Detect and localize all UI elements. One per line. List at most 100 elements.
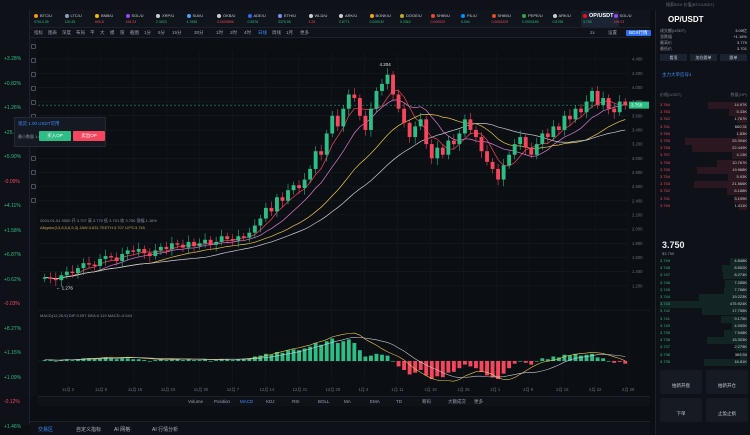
toolbar-item[interactable]: 大 (100, 30, 105, 36)
toolbar-item[interactable]: 日线 (258, 30, 267, 36)
orderbook-row[interactable]: 3.757 4.13K (660, 152, 747, 160)
watchlist-change[interactable]: +1.58% (4, 228, 21, 234)
panel-button[interactable]: 加仓跟单 (690, 54, 717, 61)
toolbar-item[interactable]: 布局 (76, 30, 85, 36)
orderbook-row[interactable]: 3.745 7.768K (660, 286, 747, 294)
toolbar-item[interactable]: 30分 (194, 30, 204, 36)
action-button[interactable]: 止盈止损 (706, 398, 748, 422)
draw-tool-icon[interactable] (31, 58, 36, 63)
toolbar-item[interactable]: 平 (90, 30, 95, 36)
draw-tool-icon[interactable] (31, 72, 36, 77)
watchlist-change[interactable]: +6.87% (4, 252, 21, 258)
toolbar-item[interactable]: 15分 (172, 30, 182, 36)
orderbook-row[interactable]: 3.746 7.285K (660, 279, 747, 287)
orderbook-row[interactable]: 3.760 1.83K (660, 130, 747, 138)
watchlist-change[interactable]: +1.46% (4, 424, 21, 430)
action-button[interactable]: 下单 (660, 398, 702, 422)
indicator-tab[interactable]: Position (214, 399, 230, 404)
action-button[interactable]: 拍新开盘 (660, 370, 702, 394)
orderbook-row[interactable]: 3.736 389.94 (660, 351, 747, 359)
action-button[interactable]: 拍新开仓 (706, 370, 748, 394)
orderbook-row[interactable]: 3.755 19.968K (660, 166, 747, 174)
indicator-tab[interactable]: MACD (240, 399, 253, 404)
indicator-tab[interactable]: TD (396, 399, 402, 404)
orderbook-row[interactable]: 3.740 4.092K (660, 322, 747, 330)
toolbar-item[interactable]: 深度 (62, 30, 71, 36)
draw-tool-icon[interactable] (31, 170, 36, 175)
trade-qty-field[interactable]: 最小数量 1.0 (18, 134, 41, 140)
bottom-tab[interactable]: 交易区 (38, 426, 53, 433)
watchlist-change[interactable]: +1.09% (4, 375, 21, 381)
toolbar-right-item[interactable]: BGX行情 (626, 30, 651, 36)
bottom-tab[interactable]: AI 网格 (114, 426, 130, 433)
orderbook-row[interactable]: 3.744 19.223K (660, 294, 747, 301)
panel-button[interactable]: 看涨 (660, 54, 687, 61)
bottom-tab[interactable]: 自定义指标 (76, 426, 101, 433)
watchlist-change[interactable]: +3.28% (4, 56, 21, 62)
watchlist-change[interactable]: -0.03% (4, 301, 20, 307)
pair-title[interactable]: OP/USDT (668, 15, 704, 24)
draw-tool-icon[interactable] (31, 198, 36, 203)
toolbar-item[interactable]: 图表 (48, 30, 57, 36)
toolbar-right-item[interactable]: 2x (590, 30, 595, 35)
watchlist-change[interactable]: +8.27% (4, 326, 21, 332)
orderbook-row[interactable]: 3.741 9.175K (660, 315, 747, 323)
orderbook-row[interactable]: 3.762 1.767K (660, 116, 747, 124)
ticker-item[interactable]: SOL/U 194.23 (612, 11, 651, 27)
toolbar-item[interactable]: 1分 (144, 30, 151, 36)
sell-button[interactable]: 卖出OP (73, 131, 105, 141)
orderbook-row[interactable]: 3.742 17.755K (660, 308, 747, 316)
indicator-tab[interactable]: BOLL (318, 399, 330, 404)
buy-button[interactable]: 买入OP (39, 131, 71, 141)
toolbar-item[interactable]: 隐 (120, 30, 125, 36)
orderbook-row[interactable]: 3.756 10.767K (660, 159, 747, 167)
indicator-tab[interactable]: 筹码 (422, 399, 431, 405)
indicator-tab[interactable]: Volume (188, 399, 203, 404)
toolbar-right-item[interactable]: 设置 (608, 30, 617, 36)
orderbook-row[interactable]: 3.752 6.188K (660, 188, 747, 196)
toolbar-item[interactable]: 指标 (34, 30, 43, 36)
watchlist-change[interactable]: +0.62% (4, 277, 21, 283)
orderbook-row[interactable]: 3.735 16.81K (660, 358, 747, 366)
toolbar-item[interactable]: 5分 (158, 30, 165, 36)
orderbook-row[interactable]: 3.759 25.394K (660, 138, 747, 145)
orderbook-row[interactable]: 3.747 8.274K (660, 272, 747, 280)
orderbook-row[interactable]: 3.764 14.97K (660, 102, 747, 109)
toolbar-item[interactable]: 4时 (244, 30, 251, 36)
price-chart[interactable]: 1.200 1.400 1.600 1.800 2.000 2.200 2.400 2.600… (38, 38, 650, 396)
draw-tool-icon[interactable] (31, 86, 36, 91)
draw-tool-icon[interactable] (31, 100, 36, 105)
toolbar-item[interactable]: 1月 (286, 30, 293, 36)
orderbook-row[interactable]: 3.751 3.199K (660, 195, 747, 203)
watchlist-change[interactable]: -0.09% (4, 179, 20, 185)
indicator-tab[interactable]: KDJ (266, 399, 275, 404)
orderbook-row[interactable]: 3.748 8.652K (660, 265, 747, 273)
watchlist-change[interactable]: +4.11% (4, 203, 21, 209)
watchlist-change[interactable]: +5.90% (4, 154, 21, 160)
toolbar-item[interactable]: 截图 (130, 30, 139, 36)
search-input[interactable]: 搜索BGX 价值(BTC/USDT) (666, 1, 746, 9)
indicator-tab[interactable]: 更多 (474, 399, 483, 405)
bottom-tab[interactable]: AI 行情分析 (152, 426, 178, 433)
toolbar-item[interactable]: 1时 (216, 30, 223, 36)
orderbook-row[interactable]: 3.753 21.566K (660, 181, 747, 189)
indicator-tab[interactable]: 大额成交 (448, 399, 466, 405)
draw-tool-icon[interactable] (31, 184, 36, 189)
orderbook-row[interactable]: 3.738 15.303K (660, 337, 747, 345)
toolbar-item[interactable]: 周线 (272, 30, 281, 36)
watchlist-change[interactable]: +0.82% (4, 81, 21, 87)
orderbook-row[interactable]: 3.758 22.449K (660, 145, 747, 153)
panel-button[interactable]: 跟单 (720, 54, 747, 61)
orderbook-row[interactable]: 3.737 2.279K (660, 344, 747, 352)
orderbook-row[interactable]: 3.743 475.924K (660, 301, 747, 309)
draw-tool-icon[interactable] (31, 44, 36, 49)
watchlist-change[interactable]: -0.12% (4, 399, 20, 405)
indicator-tab[interactable]: RSI (292, 399, 300, 404)
orderbook-row[interactable]: 3.749 4.848K (660, 258, 747, 265)
watchlist-change[interactable]: +1.15% (4, 350, 21, 356)
toolbar-item[interactable]: 更多 (300, 30, 309, 36)
indicator-tab[interactable]: EMA (370, 399, 380, 404)
toolbar-item[interactable]: 模 (110, 30, 115, 36)
orderbook-row[interactable]: 3.750 1.011K (660, 202, 747, 210)
toolbar-item[interactable]: 2时 (230, 30, 237, 36)
